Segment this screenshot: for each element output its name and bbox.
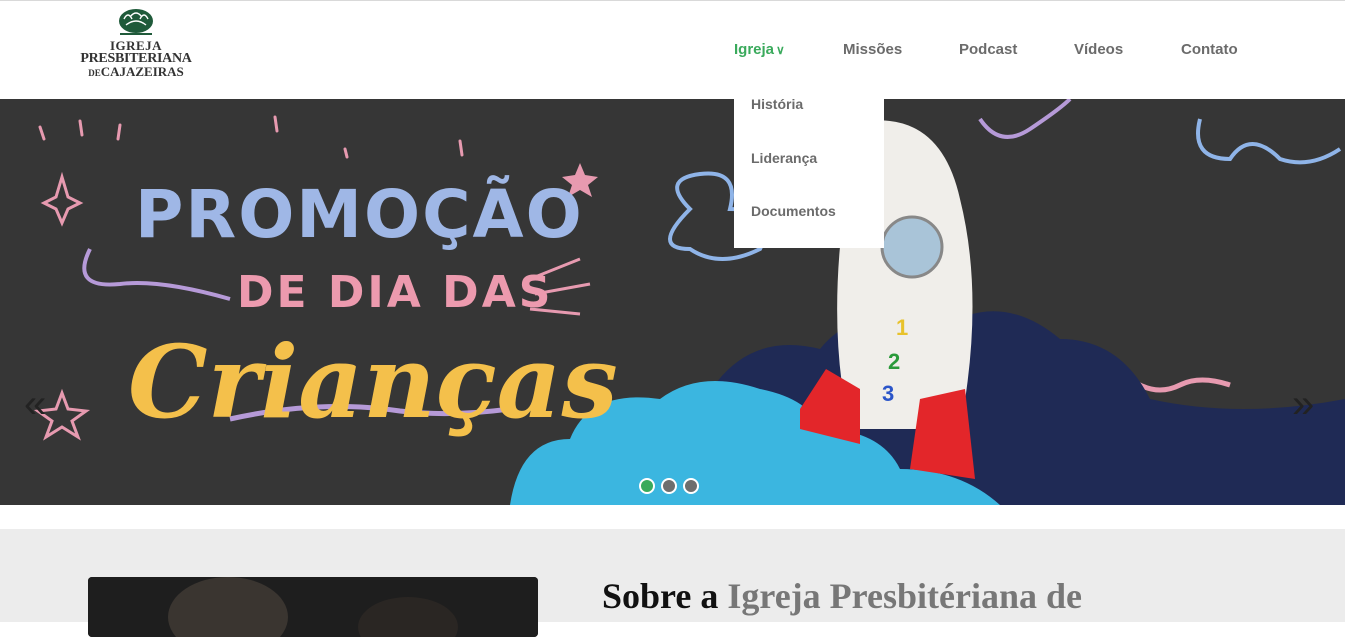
about-image [88, 577, 538, 637]
nav-item-igreja[interactable]: Igreja ∨ [734, 41, 785, 58]
carousel-dot-2[interactable] [661, 478, 677, 494]
logo-line-3-small: DE [88, 68, 101, 78]
dropdown-item-lideranca[interactable]: Liderança [751, 150, 817, 166]
nav-item-label: Igreja [734, 41, 775, 58]
about-title: Sobre a Igreja Presbitériana de [602, 575, 1082, 617]
about-section: Sobre a Igreja Presbitériana de [0, 529, 1345, 637]
hero-line-1: PROMOÇÃO [135, 175, 584, 253]
rocket-number-1: 1 [896, 315, 908, 340]
rocket-number-2: 2 [888, 349, 900, 374]
about-title-part-2: Igreja Presbitériana de [727, 576, 1082, 616]
hero-carousel: 1 2 3 PROMOÇÃO DE DIA DAS Crianças « » [0, 99, 1345, 505]
hero-line-2: DE DIA DAS [237, 267, 553, 318]
igreja-dropdown-menu: História Liderança Documentos [734, 80, 884, 248]
logo-line-3: DECAJAZEIRAS [80, 64, 192, 79]
nav-item-contato[interactable]: Contato [1181, 41, 1238, 58]
dropdown-item-documentos[interactable]: Documentos [751, 203, 836, 219]
carousel-prev-button[interactable]: « [24, 382, 46, 427]
carousel-next-button[interactable]: » [1292, 382, 1314, 427]
nav-item-videos[interactable]: Vídeos [1074, 41, 1123, 58]
hero-banner-image: 1 2 3 PROMOÇÃO DE DIA DAS Crianças [0, 99, 1345, 505]
logo-line-3-main: CAJAZEIRAS [100, 64, 184, 79]
dropdown-item-historia[interactable]: História [751, 96, 803, 112]
section-spacer [0, 505, 1345, 529]
chevron-down-icon: ∨ [776, 43, 785, 57]
carousel-dot-1[interactable] [639, 478, 655, 494]
site-header: IGREJA PRESBITERIANA DECAJAZEIRAS Igreja… [0, 1, 1345, 99]
site-logo[interactable]: IGREJA PRESBITERIANA DECAJAZEIRAS [80, 7, 192, 91]
about-photo [88, 577, 538, 637]
about-title-part-1: Sobre a [602, 576, 719, 616]
nav-item-podcast[interactable]: Podcast [959, 41, 1017, 58]
rocket-number-3: 3 [882, 381, 894, 406]
carousel-dot-3[interactable] [683, 478, 699, 494]
tree-logo-icon [119, 9, 153, 35]
hero-line-3: Crianças [128, 323, 618, 441]
nav-item-missoes[interactable]: Missões [843, 41, 902, 58]
